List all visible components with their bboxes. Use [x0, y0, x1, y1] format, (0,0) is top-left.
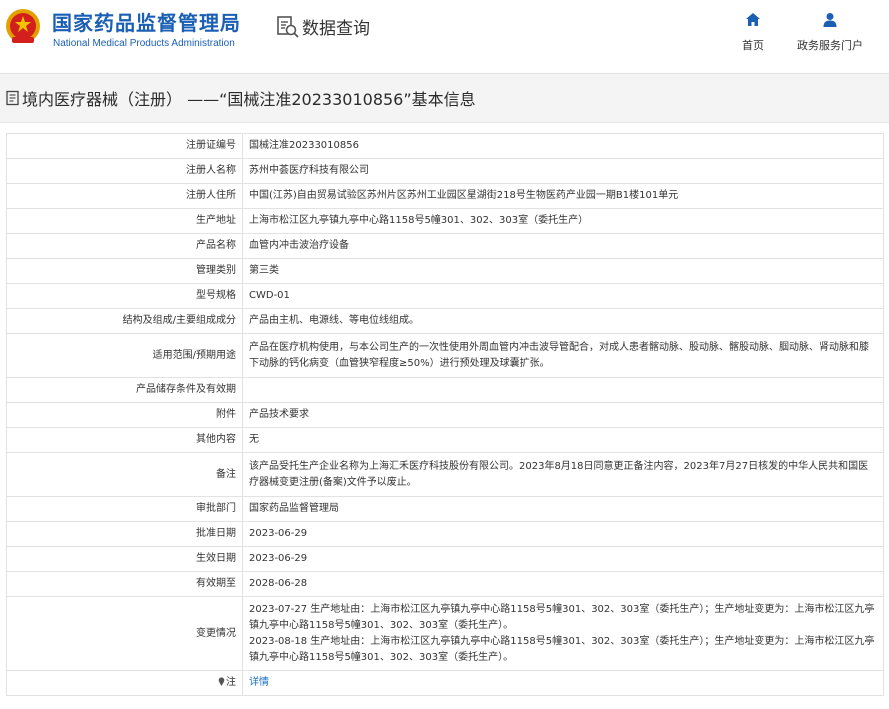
row-label: 生效日期 [6, 546, 243, 572]
table-row: 注册人住所 中国(江苏)自由贸易试验区苏州片区苏州工业园区星湖街218号生物医药产… [6, 183, 884, 209]
row-label: 批准日期 [6, 521, 243, 547]
row-label: 产品储存条件及有效期 [6, 377, 243, 403]
row-label: 产品名称 [6, 233, 243, 259]
page-title: 境内医疗器械（注册） ——“国械注准20233010856”基本信息 [22, 90, 476, 109]
table-row: 其他内容无 [6, 427, 884, 453]
row-value: 国械注准20233010856 [242, 133, 884, 159]
note-label: 注 [226, 677, 236, 688]
table-row: 注册人名称 苏州中荟医疗科技有限公司 [6, 158, 884, 184]
table-row: 生产地址 上海市松江区九亭镇九亭中心路1158号5幢301、302、303室（委托… [6, 208, 884, 234]
table-row: 产品储存条件及有效期 [6, 377, 884, 403]
nav-service-portal[interactable]: 政务服务门户 [790, 12, 870, 53]
document-icon [6, 90, 19, 106]
row-label: 有效期至 [6, 571, 243, 597]
row-label: 适用范围/预期用途 [6, 333, 243, 378]
table-row: 附件 产品技术要求 [6, 402, 884, 428]
row-label: 生产地址 [6, 208, 243, 234]
row-value: 苏州中荟医疗科技有限公司 [242, 158, 884, 184]
table-row: 生效日期 2023-06-29 [6, 546, 884, 572]
site-name-en: National Medical Products Administration [53, 38, 235, 49]
table-row: 有效期至 2028-06-28 [6, 571, 884, 597]
user-icon [823, 13, 837, 27]
row-label: 注册人名称 [6, 158, 243, 184]
row-value: 国家药品监督管理局 [242, 496, 884, 522]
nav-service-portal-label: 政务服务门户 [797, 39, 863, 52]
table-row: 产品名称 血管内冲击波治疗设备 [6, 233, 884, 259]
row-value: CWD-01 [242, 283, 884, 309]
table-row: 结构及组成/主要组成成分 产品由主机、电源线、等电位线组成。 [6, 308, 884, 334]
row-label: 注册证编号 [6, 133, 243, 159]
table-row: 管理类别 第三类 [6, 258, 884, 284]
note-value-cell: 详情 [242, 670, 884, 696]
nav-home[interactable]: 首页 [713, 12, 793, 53]
change-history: 2023-07-27 生产地址由：上海市松江区九亭镇九亭中心路1158号5幢30… [242, 596, 884, 671]
row-value: 该产品受托生产企业名称为上海汇禾医疗科技股份有限公司。2023年8月18日同意更… [242, 452, 884, 497]
row-value: 产品技术要求 [242, 402, 884, 428]
table-row: 批准日期 2023-06-29 [6, 521, 884, 547]
row-label: 备注 [6, 452, 243, 497]
row-value: 无 [242, 427, 884, 453]
row-value: 产品在医疗机构使用，与本公司生产的一次性使用外周血管内冲击波导管配合，对成人患者… [242, 333, 884, 378]
national-emblem-icon [6, 9, 40, 43]
row-value: 2023-06-29 [242, 521, 884, 547]
row-label: 审批部门 [6, 496, 243, 522]
data-search-icon [277, 15, 299, 38]
data-query-link[interactable]: 数据查询 [276, 14, 370, 39]
row-value: 血管内冲击波治疗设备 [242, 233, 884, 259]
row-value: 第三类 [242, 258, 884, 284]
details-link[interactable]: 详情 [249, 677, 269, 688]
note-label-cell: 注 [6, 670, 243, 696]
row-value: 中国(江苏)自由贸易试验区苏州片区苏州工业园区星湖街218号生物医药产业园一期B… [242, 183, 884, 209]
table-row-note: 注 详情 [6, 670, 884, 696]
nav-home-label: 首页 [742, 39, 764, 52]
site-header: 国家药品监督管理局 National Medical Products Admi… [0, 0, 889, 70]
row-label: 型号规格 [6, 283, 243, 309]
data-query-label: 数据查询 [302, 19, 370, 39]
row-value: 产品由主机、电源线、等电位线组成。 [242, 308, 884, 334]
home-icon [746, 13, 760, 26]
row-label: 附件 [6, 402, 243, 428]
row-label: 结构及组成/主要组成成分 [6, 308, 243, 334]
row-value [242, 377, 884, 403]
table-row: 审批部门 国家药品监督管理局 [6, 496, 884, 522]
table-row-changes: 变更情况 2023-07-27 生产地址由：上海市松江区九亭镇九亭中心路1158号… [6, 596, 884, 671]
change-entry: 2023-08-18 生产地址由：上海市松江区九亭镇九亭中心路1158号5幢30… [249, 635, 875, 663]
row-label: 注册人住所 [6, 183, 243, 209]
row-label: 管理类别 [6, 258, 243, 284]
table-row: 备注 该产品受托生产企业名称为上海汇禾医疗科技股份有限公司。2023年8月18日同… [6, 452, 884, 497]
row-value: 2028-06-28 [242, 571, 884, 597]
site-name-cn: 国家药品监督管理局 [52, 11, 241, 35]
row-label: 变更情况 [6, 596, 243, 671]
page-title-bar: 境内医疗器械（注册） ——“国械注准20233010856”基本信息 [0, 73, 889, 123]
change-entry: 2023-07-27 生产地址由：上海市松江区九亭镇九亭中心路1158号5幢30… [249, 603, 875, 631]
table-row: 适用范围/预期用途 产品在医疗机构使用，与本公司生产的一次性使用外周血管内冲击波导… [6, 333, 884, 378]
row-value: 2023-06-29 [242, 546, 884, 572]
table-row: 型号规格 CWD-01 [6, 283, 884, 309]
registration-detail-table: 注册证编号 国械注准20233010856 注册人名称 苏州中荟医疗科技有限公司 注册人… [6, 133, 884, 696]
row-value: 上海市松江区九亭镇九亭中心路1158号5幢301、302、303室（委托生产） [242, 208, 884, 234]
table-row: 注册证编号 国械注准20233010856 [6, 133, 884, 159]
pin-icon [218, 677, 225, 686]
row-label: 其他内容 [6, 427, 243, 453]
